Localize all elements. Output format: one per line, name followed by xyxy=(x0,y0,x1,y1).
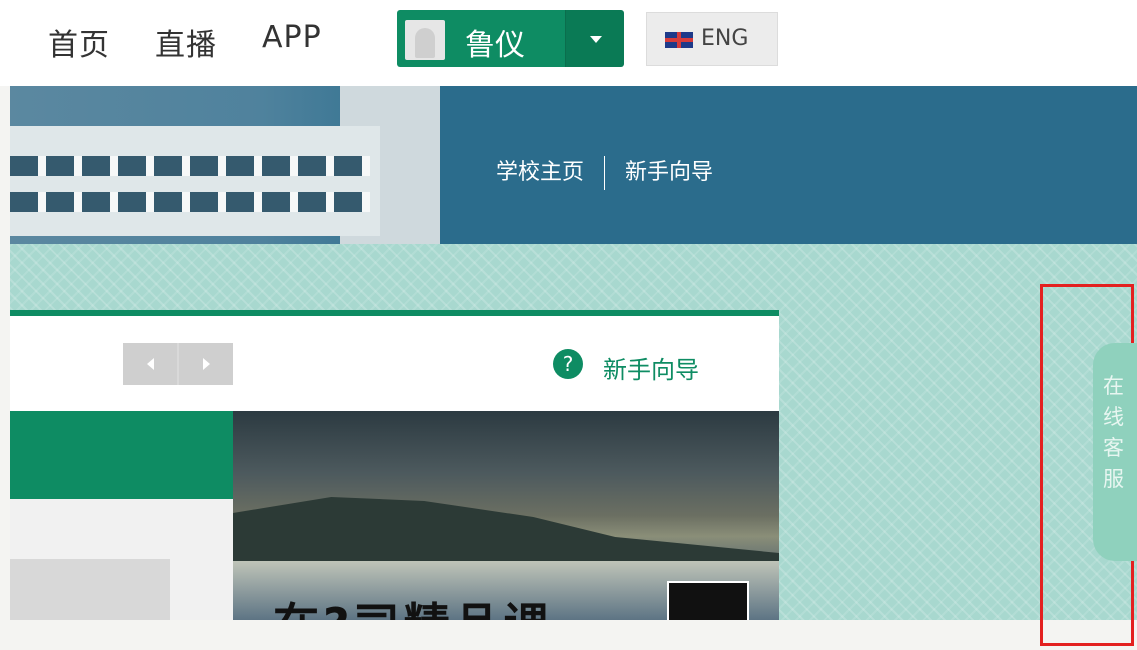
help-icon: ? xyxy=(553,349,583,379)
language-label: ENG xyxy=(701,26,749,51)
panel-top-border xyxy=(10,310,779,316)
slide-pager xyxy=(123,343,233,385)
school-homepage-link[interactable]: 学校主页 xyxy=(496,154,584,186)
prev-slide-button[interactable] xyxy=(123,343,177,385)
avatar-icon xyxy=(405,20,445,60)
nav-live-link[interactable]: 直播 xyxy=(155,20,217,64)
user-name: 鲁仪 xyxy=(465,28,525,63)
caret-down-icon xyxy=(590,36,602,43)
left-menu-area xyxy=(10,499,233,620)
language-switch-button[interactable]: ENG xyxy=(646,12,778,66)
campus-building-photo xyxy=(10,86,440,244)
chevron-left-icon xyxy=(147,358,154,370)
nav-home-link[interactable]: 首页 xyxy=(48,20,110,64)
beginner-guide-link[interactable]: 新手向导 xyxy=(625,154,713,186)
green-category-bar xyxy=(10,411,233,499)
online-service-tab[interactable]: 在线客服 xyxy=(1093,343,1137,561)
next-slide-button[interactable] xyxy=(179,343,233,385)
chevron-right-icon xyxy=(203,358,210,370)
course-banner-slide[interactable]: 在?司精品课 xyxy=(233,411,779,620)
nav-app-link[interactable]: APP xyxy=(262,20,322,55)
course-panel: ? 新手向导 在?司精品课 xyxy=(10,310,779,620)
header-links: 学校主页 新手向导 xyxy=(496,154,713,190)
menu-item-placeholder[interactable] xyxy=(10,559,170,620)
help-label: 新手向导 xyxy=(603,356,699,384)
uk-flag-icon xyxy=(665,32,693,48)
top-nav-bar: 首页 直播 APP 鲁仪 ENG xyxy=(0,0,1137,86)
online-service-label: 在线客服 xyxy=(1103,374,1124,491)
slide-badge xyxy=(667,581,749,620)
slide-title: 在?司精品课 xyxy=(273,589,554,620)
user-menu-button[interactable]: 鲁仪 xyxy=(397,10,624,67)
user-dropdown-toggle[interactable] xyxy=(565,10,624,67)
link-divider xyxy=(604,156,606,190)
